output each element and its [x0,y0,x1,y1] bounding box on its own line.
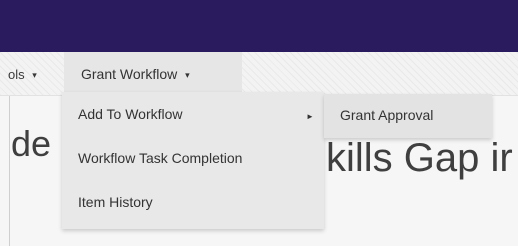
divider [9,96,10,246]
menu-item-label: Grant Approval [340,107,434,123]
menu-tools[interactable]: ols ▾ [8,67,37,82]
menu-grant-workflow[interactable]: Grant Workflow ▾ [64,52,242,96]
grant-workflow-dropdown: Add To Workflow ► Workflow Task Completi… [62,92,324,229]
menu-item-workflow-task-completion[interactable]: Workflow Task Completion [78,150,242,166]
menu-item-grant-approval[interactable]: Grant Approval [340,107,433,123]
menu-item-label: Add To Workflow [78,106,183,122]
menu-grant-workflow-label: Grant Workflow [81,66,178,82]
chevron-down-icon: ▾ [32,70,37,80]
menu-item-add-to-workflow[interactable]: Add To Workflow [78,106,183,122]
top-header-bar [0,0,518,52]
add-to-workflow-submenu: Grant Approval [324,94,492,138]
chevron-down-icon: ▾ [185,70,190,80]
page-title-left: de [11,123,52,164]
menu-item-label: Workflow Task Completion [78,150,243,166]
menu-item-item-history[interactable]: Item History [78,194,153,210]
menu-tools-label: ols [8,67,25,82]
menu-item-label: Item History [78,194,153,210]
page-title-right: kills Gap ir [326,136,513,180]
submenu-arrow-icon: ► [306,112,314,121]
